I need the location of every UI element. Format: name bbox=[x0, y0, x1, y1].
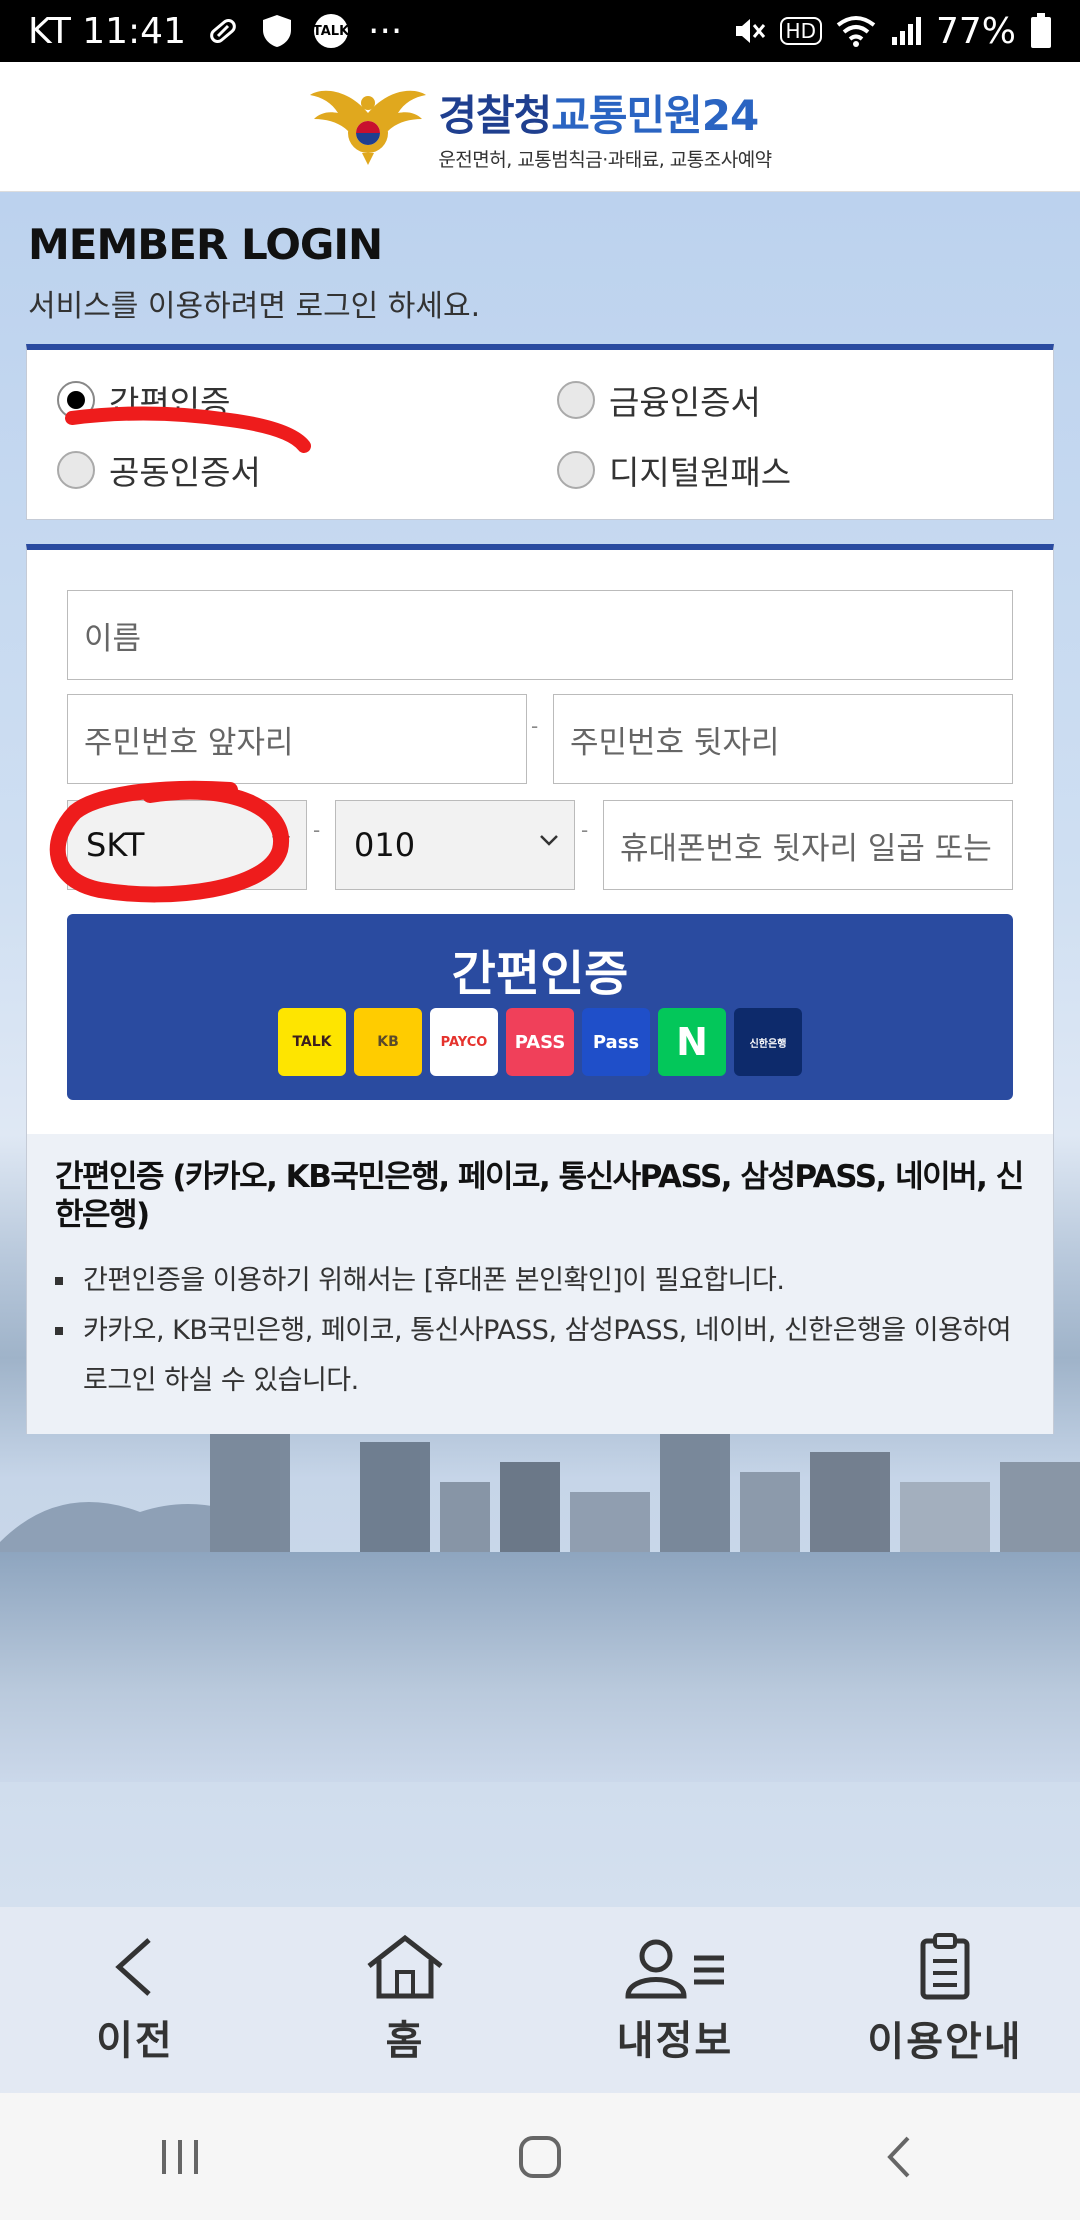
rrn-front-input[interactable]: 주민번호 앞자리 bbox=[67, 694, 527, 784]
wifi-icon bbox=[836, 15, 876, 47]
clipboard-icon bbox=[920, 1933, 970, 2000]
auth-option-label: 금융인증서 bbox=[609, 383, 761, 422]
login-heading-block: MEMBER LOGIN 서비스를 이용하려면 로그인 하세요. bbox=[28, 220, 480, 325]
shinhan-bank-icon: 신한은행 bbox=[734, 1008, 802, 1076]
pill-icon bbox=[206, 14, 240, 48]
chevron-down-icon bbox=[272, 835, 290, 846]
logo-subtitle: 운전면허, 교통범칙금·과태료, 교통조사예약 bbox=[438, 148, 772, 171]
phone-prefix-select[interactable]: 010 bbox=[335, 800, 575, 890]
nav-home[interactable]: 홈 bbox=[270, 1907, 540, 2093]
nav-label: 홈 bbox=[385, 2018, 425, 2064]
rrn-back-input[interactable]: 주민번호 뒷자리 bbox=[553, 694, 1013, 784]
talk-badge-icon: TALK bbox=[313, 14, 349, 48]
home-icon bbox=[367, 1934, 443, 1999]
shield-en-icon bbox=[260, 13, 294, 49]
radio-financial-cert[interactable] bbox=[557, 381, 595, 419]
auth-option-simple[interactable]: 간편인증 bbox=[57, 376, 230, 424]
auth-option-label: 디지털원패스 bbox=[609, 453, 792, 492]
battery-level: 77% bbox=[935, 10, 1016, 52]
hd-badge: HD bbox=[779, 17, 822, 45]
phone-separator-2: - bbox=[581, 818, 589, 842]
auth-option-financial-cert[interactable]: 금융인증서 bbox=[557, 376, 761, 424]
payco-icon: PAYCO bbox=[430, 1008, 498, 1076]
site-header: 경찰청교통민원24 운전면허, 교통범칙금·과태료, 교통조사예약 bbox=[0, 62, 1080, 192]
nav-my-info[interactable]: 내정보 bbox=[540, 1907, 810, 2093]
bottom-navigation: 이전 홈 내정보 이용안내 bbox=[0, 1907, 1080, 2093]
radio-joint-cert[interactable] bbox=[57, 451, 95, 489]
chevron-down-icon bbox=[540, 835, 558, 846]
auth-option-label: 간편인증 bbox=[109, 383, 231, 422]
radio-digital-onepass[interactable] bbox=[557, 451, 595, 489]
nav-label: 이용안내 bbox=[867, 2019, 1023, 2065]
name-input[interactable]: 이름 bbox=[67, 590, 1013, 680]
pass-icon: PASS bbox=[506, 1008, 574, 1076]
login-subtitle: 서비스를 이용하려면 로그인 하세요. bbox=[28, 289, 481, 324]
system-back-icon[interactable] bbox=[870, 2132, 930, 2182]
kb-bank-icon: KB bbox=[354, 1008, 422, 1076]
carrier-select[interactable]: SKT bbox=[67, 800, 307, 890]
nav-label: 이전 bbox=[96, 2018, 174, 2064]
auth-option-digital-onepass[interactable]: 디지털원패스 bbox=[557, 446, 791, 494]
mute-icon bbox=[732, 14, 766, 48]
logo-title-police: 경찰청 bbox=[438, 90, 552, 140]
login-title: MEMBER LOGIN bbox=[28, 220, 383, 269]
phone-number-input[interactable]: 휴대폰번호 뒷자리 일곱 또는 bbox=[603, 800, 1013, 890]
info-item: 카카오, KB국민은행, 페이코, 통신사PASS, 삼성PASS, 네이버, … bbox=[55, 1306, 1025, 1406]
carrier-select-value: SKT bbox=[86, 826, 145, 864]
battery-icon bbox=[1030, 13, 1052, 49]
auth-option-label: 공동인증서 bbox=[109, 453, 261, 492]
nav-back[interactable]: 이전 bbox=[0, 1907, 270, 2093]
recent-apps-icon[interactable] bbox=[150, 2132, 210, 2182]
site-logo[interactable]: 경찰청교통민원24 운전면허, 교통범칙금·과태료, 교통조사예약 bbox=[308, 82, 772, 172]
logo-title-traffic: 교통민원24 bbox=[551, 90, 759, 140]
back-arrow-icon bbox=[115, 1938, 151, 1996]
simple-auth-button[interactable]: 간편인증 TALK KB PAYCO PASS Pass N 신한은행 bbox=[67, 914, 1013, 1100]
police-emblem-icon bbox=[308, 83, 428, 171]
more-notifications: ··· bbox=[368, 10, 403, 52]
simple-auth-info: 간편인증 (카카오, KB국민은행, 페이코, 통신사PASS, 삼성PASS,… bbox=[27, 1134, 1053, 1434]
info-item: 간편인증을 이용하기 위해서는 [휴대폰 본인확인]이 필요합니다. bbox=[55, 1256, 1025, 1306]
provider-logos: TALK KB PAYCO PASS Pass N 신한은행 bbox=[67, 1008, 1013, 1076]
nav-label: 내정보 bbox=[616, 2018, 734, 2064]
auth-option-joint-cert[interactable]: 공동인증서 bbox=[57, 446, 261, 494]
signal-icon bbox=[890, 15, 922, 47]
phone-prefix-value: 010 bbox=[354, 826, 416, 864]
samsung-pass-icon: Pass bbox=[582, 1008, 650, 1076]
status-bar: KT 11:41 TALK ··· HD 77% bbox=[0, 0, 1080, 62]
nav-usage-guide[interactable]: 이용안내 bbox=[810, 1907, 1080, 2093]
login-form: 이름 주민번호 앞자리 - 주민번호 뒷자리 SKT - 010 - 휴대폰번호… bbox=[26, 544, 1054, 1434]
info-title: 간편인증 (카카오, KB국민은행, 페이코, 통신사PASS, 삼성PASS,… bbox=[55, 1159, 1024, 1233]
phone-separator-1: - bbox=[313, 818, 321, 842]
profile-icon bbox=[625, 1939, 724, 1999]
river-water bbox=[0, 1552, 1080, 1782]
simple-auth-button-label: 간편인증 bbox=[451, 946, 629, 1002]
info-list: 간편인증을 이용하기 위해서는 [휴대폰 본인확인]이 필요합니다. 카카오, … bbox=[55, 1256, 1025, 1406]
kakao-talk-icon: TALK bbox=[278, 1008, 346, 1076]
system-navigation-bar bbox=[0, 2093, 1080, 2220]
rrn-separator: - bbox=[531, 714, 539, 738]
radio-simple-auth[interactable] bbox=[57, 381, 95, 419]
auth-method-box: 간편인증 금융인증서 공동인증서 디지털원패스 bbox=[26, 344, 1054, 520]
naver-icon: N bbox=[658, 1008, 726, 1076]
home-button-icon[interactable] bbox=[510, 2132, 570, 2182]
carrier-time: KT 11:41 bbox=[28, 10, 186, 52]
